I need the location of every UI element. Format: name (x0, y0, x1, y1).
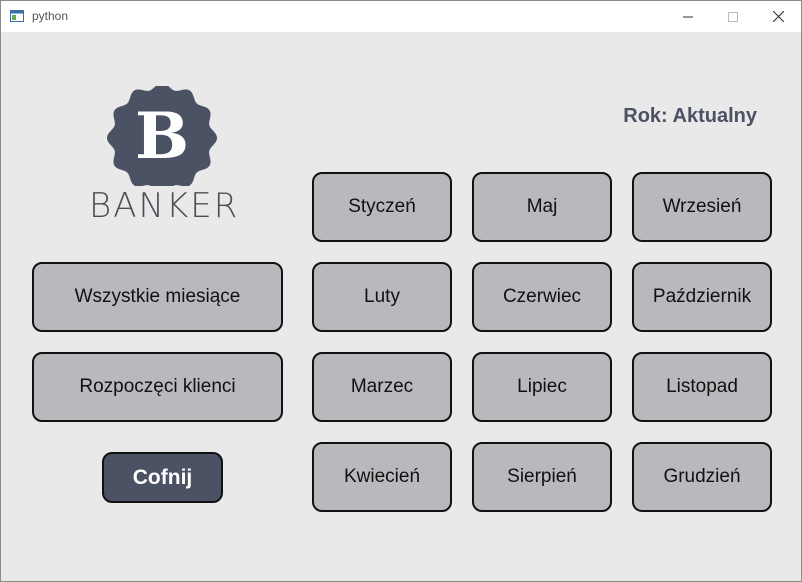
month-button-november[interactable]: Listopad (632, 352, 772, 422)
maximize-button[interactable] (710, 1, 756, 32)
minimize-button[interactable] (665, 1, 711, 32)
month-button-december[interactable]: Grudzień (632, 442, 772, 512)
month-button-october[interactable]: Październik (632, 262, 772, 332)
year-label: Rok: Aktualny (623, 105, 757, 127)
month-button-september[interactable]: Wrzesień (632, 172, 772, 242)
logo-letter: B (135, 99, 189, 174)
app-window: python B BANKER Rok: Aktualny Wszystkie … (0, 0, 802, 582)
close-button[interactable] (755, 1, 801, 32)
close-icon (772, 11, 784, 22)
logo-text: BANKER (89, 186, 240, 226)
month-button-march[interactable]: Marzec (312, 352, 452, 422)
python-window-icon (10, 10, 24, 22)
minimize-icon (683, 16, 693, 17)
started-clients-button[interactable]: Rozpoczęci klienci (32, 352, 283, 422)
all-months-button[interactable]: Wszystkie miesiące (32, 262, 283, 332)
back-button[interactable]: Cofnij (102, 452, 223, 503)
month-button-may[interactable]: Maj (472, 172, 612, 242)
banker-badge-icon: B (107, 86, 217, 186)
title-bar[interactable]: python (1, 1, 801, 32)
banker-logo: B BANKER (89, 86, 239, 226)
month-button-april[interactable]: Kwiecień (312, 442, 452, 512)
window-title: python (32, 9, 69, 23)
month-button-february[interactable]: Luty (312, 262, 452, 332)
maximize-icon (728, 11, 738, 22)
month-button-january[interactable]: Styczeń (312, 172, 452, 242)
month-button-june[interactable]: Czerwiec (472, 262, 612, 332)
month-button-august[interactable]: Sierpień (472, 442, 612, 512)
month-button-july[interactable]: Lipiec (472, 352, 612, 422)
